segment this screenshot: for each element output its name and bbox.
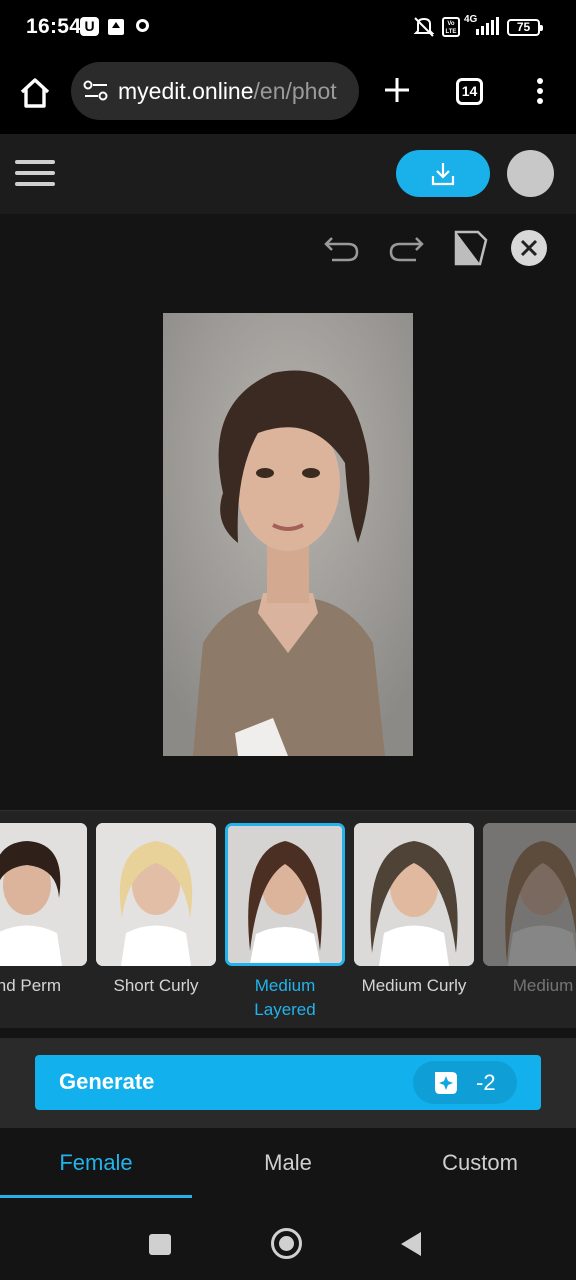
- site-settings-icon[interactable]: [83, 80, 109, 102]
- credit-cost: -2: [476, 1070, 496, 1095]
- browser-toolbar: myedit.online/en/phot 14: [0, 56, 576, 134]
- notification-u-icon: U: [80, 17, 99, 36]
- style-thumbnail: [0, 823, 87, 966]
- style-item[interactable]: ind Perm: [0, 823, 87, 998]
- style-label: Medium Layered: [254, 976, 316, 1019]
- system-nav-bar: [0, 1202, 576, 1280]
- battery-icon: 75: [507, 19, 543, 36]
- url-domain: myedit.online: [118, 78, 254, 104]
- hamburger-menu-icon[interactable]: [15, 160, 55, 186]
- portrait-photo: [163, 313, 413, 756]
- generate-button[interactable]: Generate -2: [35, 1055, 541, 1110]
- user-avatar[interactable]: [507, 150, 554, 197]
- close-icon: [520, 239, 538, 257]
- style-thumbnail: [483, 823, 576, 966]
- generate-section: Generate -2: [0, 1038, 576, 1128]
- gender-tabs: Female Male Custom: [0, 1128, 576, 1202]
- tab-switcher-button[interactable]: 14: [456, 78, 483, 105]
- generate-label: Generate: [59, 1069, 155, 1094]
- tab-male[interactable]: Male: [192, 1128, 384, 1200]
- style-thumbnail: [354, 823, 474, 966]
- volte-icon: Vo LTE: [442, 17, 460, 37]
- style-item-selected[interactable]: Medium Layered: [225, 823, 345, 1022]
- credit-sparkle-icon: [435, 1072, 457, 1094]
- style-label: Medium Curly: [361, 976, 467, 995]
- download-button[interactable]: [396, 150, 490, 197]
- style-label: ind Perm: [0, 976, 62, 995]
- style-thumbnail: [225, 823, 345, 966]
- status-bar: 16:54 U Vo LTE 4G 75: [0, 0, 576, 56]
- style-item[interactable]: Medium: [483, 823, 576, 998]
- recents-icon[interactable]: [149, 1234, 171, 1255]
- style-item[interactable]: Short Curly: [96, 823, 216, 998]
- settings-notification-icon: [136, 19, 149, 32]
- style-label: Short Curly: [113, 976, 199, 995]
- new-tab-icon[interactable]: [383, 76, 411, 104]
- tab-female[interactable]: Female: [0, 1128, 192, 1200]
- upload-notification-icon: [108, 19, 124, 35]
- tab-custom[interactable]: Custom: [384, 1128, 576, 1200]
- credit-cost-badge: -2: [413, 1061, 517, 1104]
- style-item[interactable]: Medium Curly: [354, 823, 474, 998]
- browser-menu-icon[interactable]: [532, 78, 548, 106]
- style-thumbnail: [96, 823, 216, 966]
- signal-icon: [476, 17, 499, 35]
- url-text: myedit.online/en/phot: [118, 78, 337, 105]
- back-icon[interactable]: [401, 1232, 421, 1256]
- undo-icon[interactable]: [322, 228, 362, 268]
- redo-icon[interactable]: [386, 228, 426, 268]
- status-time: 16:54: [26, 15, 82, 38]
- mute-icon: [413, 17, 435, 37]
- url-path: /en/phot: [253, 78, 337, 104]
- compare-icon[interactable]: [452, 228, 492, 268]
- hairstyle-carousel[interactable]: ind Perm Short Curly Medium Layered Medi…: [0, 810, 576, 1028]
- style-label: Medium: [512, 976, 574, 995]
- app-header: [0, 134, 576, 214]
- address-bar[interactable]: myedit.online/en/phot: [71, 62, 359, 120]
- home-icon[interactable]: [18, 76, 52, 110]
- download-icon: [431, 163, 455, 186]
- home-nav-icon[interactable]: [271, 1228, 302, 1259]
- close-button[interactable]: [511, 230, 547, 266]
